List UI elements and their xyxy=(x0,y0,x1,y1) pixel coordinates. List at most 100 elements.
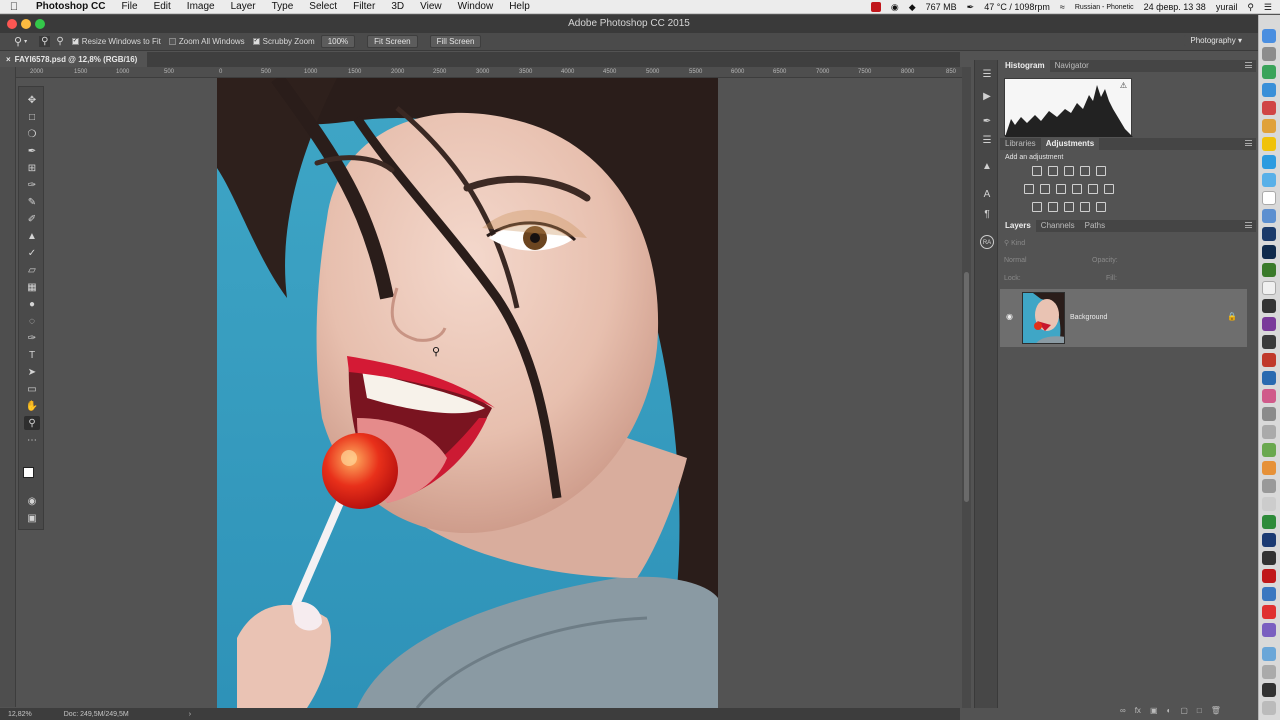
dodge-tool-icon[interactable]: ◌ xyxy=(24,314,40,328)
app-icon[interactable] xyxy=(1262,335,1276,349)
rectangle-tool-icon[interactable]: ▭ xyxy=(24,382,40,396)
new-group-icon[interactable]: ▢ xyxy=(1180,706,1188,715)
menu-file[interactable]: File xyxy=(113,0,145,14)
clone-stamp-tool-icon[interactable]: ▲ xyxy=(24,229,40,243)
tab-adjustments[interactable]: Adjustments xyxy=(1040,138,1100,150)
chevron-down-icon[interactable]: ▾ xyxy=(24,38,27,45)
brush-tool-icon[interactable]: ✐ xyxy=(24,212,40,226)
list-icon[interactable]: ☰ xyxy=(1264,2,1272,13)
hand-tool-icon[interactable]: ✋ xyxy=(24,399,40,413)
levels-icon[interactable] xyxy=(1048,166,1058,176)
actions-play-icon[interactable]: ▶ xyxy=(980,90,994,104)
safari-app-icon[interactable] xyxy=(1262,209,1276,223)
screen-mode-icon[interactable]: ▣ xyxy=(24,511,40,525)
app-icon[interactable] xyxy=(1262,515,1276,529)
chrome-app-icon[interactable] xyxy=(1262,137,1276,151)
app-icon[interactable] xyxy=(1262,461,1276,475)
panel-menu-icon[interactable] xyxy=(1245,222,1252,228)
zoom-tool-icon[interactable]: ⚲ xyxy=(24,416,40,430)
threshold-icon[interactable] xyxy=(1064,202,1074,212)
selective-color-icon[interactable] xyxy=(1096,202,1106,212)
app-icon[interactable] xyxy=(1262,299,1276,313)
app-icon[interactable] xyxy=(1262,353,1276,367)
document-tab[interactable]: × FAYI6578.psd @ 12,8% (RGB/16) xyxy=(0,52,148,67)
chevron-right-icon[interactable]: › xyxy=(189,711,191,718)
visibility-eye-icon[interactable]: ◉ xyxy=(1006,312,1013,321)
wifi-icon[interactable]: ≈ xyxy=(1060,2,1065,12)
curves-icon[interactable] xyxy=(1064,166,1074,176)
lasso-tool-icon[interactable]: ❍ xyxy=(24,127,40,141)
layer-name[interactable]: Background xyxy=(1070,314,1107,321)
gradient-tool-icon[interactable]: ▦ xyxy=(24,280,40,294)
apple-icon[interactable]:  xyxy=(0,1,28,13)
skype-app-icon[interactable] xyxy=(1262,155,1276,169)
invert-icon[interactable] xyxy=(1032,202,1042,212)
menu-view[interactable]: View xyxy=(412,0,450,14)
maximize-icon[interactable] xyxy=(35,19,45,29)
exposure-icon[interactable] xyxy=(1080,166,1090,176)
layer-filter-kind[interactable]: ⚲ Kind xyxy=(1004,239,1025,247)
record-icon[interactable] xyxy=(870,2,881,12)
ra-plugin-icon[interactable]: RA xyxy=(980,235,994,249)
menu-3d[interactable]: 3D xyxy=(383,0,412,14)
dreamweaver-app-icon[interactable] xyxy=(1262,263,1276,277)
close-tab-icon[interactable]: × xyxy=(6,55,11,64)
character-icon[interactable]: A xyxy=(980,188,994,202)
close-icon[interactable] xyxy=(7,19,17,29)
app-icon[interactable] xyxy=(1262,371,1276,385)
app-icon[interactable] xyxy=(1262,389,1276,403)
app-icon[interactable] xyxy=(1262,683,1276,697)
scrubby-zoom-checkbox[interactable]: ✓ Scrubby Zoom xyxy=(252,37,315,46)
menu-help[interactable]: Help xyxy=(501,0,538,14)
app-icon[interactable] xyxy=(1262,65,1276,79)
tab-libraries[interactable]: Libraries xyxy=(1000,138,1041,150)
zoom-level[interactable]: 12,82% xyxy=(8,711,32,718)
app-icon[interactable] xyxy=(1262,665,1276,679)
menu-app[interactable]: Photoshop CC xyxy=(28,0,113,14)
launchpad-app-icon[interactable] xyxy=(1262,47,1276,61)
opacity-label[interactable]: Opacity: xyxy=(1092,257,1118,264)
app-icon[interactable] xyxy=(1262,443,1276,457)
twitter-app-icon[interactable] xyxy=(1262,173,1276,187)
menu-layer[interactable]: Layer xyxy=(223,0,264,14)
clone-source-icon[interactable]: ▲ xyxy=(980,160,994,174)
foreground-color-swatch[interactable] xyxy=(23,467,34,478)
app-icon[interactable] xyxy=(1262,119,1276,133)
posterize-icon[interactable] xyxy=(1048,202,1058,212)
viber-app-icon[interactable] xyxy=(1262,623,1276,637)
history-brush-tool-icon[interactable]: ✓ xyxy=(24,246,40,260)
document-image[interactable] xyxy=(217,78,718,708)
app-icon[interactable] xyxy=(1262,479,1276,493)
app-icon[interactable] xyxy=(1262,569,1276,583)
fill-label[interactable]: Fill: xyxy=(1106,275,1117,282)
fit-screen-button[interactable]: Fit Screen xyxy=(367,35,418,48)
keyboard-layout[interactable]: Russian - Phonetic xyxy=(1075,4,1134,11)
crop-tool-icon[interactable]: ⊞ xyxy=(24,161,40,175)
menu-type[interactable]: Type xyxy=(264,0,302,14)
color-balance-icon[interactable] xyxy=(1040,184,1050,194)
dropbox-icon[interactable]: ◆ xyxy=(909,2,916,13)
new-layer-icon[interactable]: □ xyxy=(1197,706,1202,715)
type-tool-icon[interactable]: T xyxy=(24,348,40,362)
app-icon[interactable] xyxy=(1262,605,1276,619)
tab-navigator[interactable]: Navigator xyxy=(1050,60,1094,72)
vertical-ruler[interactable] xyxy=(0,67,16,707)
delete-layer-icon[interactable]: 🗑 xyxy=(1211,706,1221,715)
menu-window[interactable]: Window xyxy=(450,0,502,14)
tab-channels[interactable]: Channels xyxy=(1036,220,1080,232)
gradient-map-icon[interactable] xyxy=(1080,202,1090,212)
brightness-icon[interactable] xyxy=(1032,166,1042,176)
move-tool-icon[interactable]: ✥ xyxy=(24,93,40,107)
path-selection-tool-icon[interactable]: ➤ xyxy=(24,365,40,379)
app-icon[interactable] xyxy=(1262,425,1276,439)
trash-icon[interactable] xyxy=(1262,701,1276,715)
workspace-switcher[interactable]: Photography ▾ xyxy=(1184,35,1248,46)
zoom-all-checkbox[interactable]: Zoom All Windows xyxy=(168,37,245,46)
new-adjustment-icon[interactable]: ◐ xyxy=(1167,706,1172,715)
resize-windows-checkbox[interactable]: ✓ Resize Windows to Fit xyxy=(71,37,161,46)
app-icon[interactable] xyxy=(1262,587,1276,601)
menu-filter[interactable]: Filter xyxy=(345,0,383,14)
hue-saturation-icon[interactable] xyxy=(1024,184,1034,194)
pen-icon[interactable]: ✒ xyxy=(967,2,975,13)
layer-style-icon[interactable]: fx xyxy=(1135,706,1141,715)
